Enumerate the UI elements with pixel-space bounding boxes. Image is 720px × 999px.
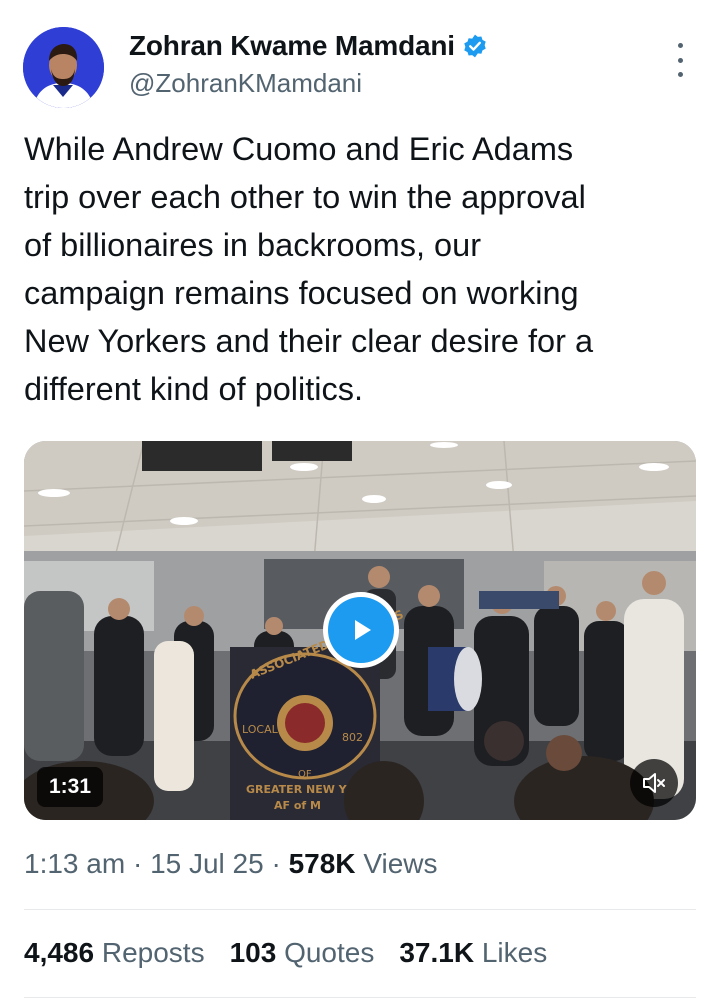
author-handle[interactable]: @ZohranKMamdani [129, 68, 362, 99]
play-icon [355, 620, 371, 640]
play-button[interactable] [323, 592, 399, 668]
views-label: Views [363, 848, 438, 879]
video-player[interactable]: ASSOCIATED MUSICIANS LOCAL 802 OF GREATE… [24, 441, 696, 820]
tweet-date[interactable]: 15 Jul 25 [150, 848, 264, 879]
banner-text-afm: AF of M [274, 799, 321, 812]
avatar[interactable] [23, 27, 104, 108]
reposts-count: 4,486 [24, 937, 95, 968]
more-options-icon[interactable] [664, 40, 696, 80]
tweet-meta: 1:13 am · 15 Jul 25 · 578K Views [24, 848, 438, 880]
views-count: 578K [288, 848, 356, 879]
banner-text-of: OF [298, 769, 312, 780]
speaker-muted-icon [643, 773, 665, 793]
banner-text-802: 802 [342, 731, 363, 744]
video-duration: 1:31 [37, 767, 104, 807]
tweet-text: While Andrew Cuomo and Eric Adams trip o… [24, 131, 594, 407]
verified-badge-icon [462, 33, 488, 59]
tweet-time[interactable]: 1:13 am [24, 848, 125, 879]
likes-count: 37.1K [399, 937, 475, 968]
quotes-label: Quotes [284, 937, 375, 968]
divider-bottom [24, 997, 696, 998]
reposts-stat[interactable]: 4,486 Reposts [24, 937, 205, 969]
name-row: Zohran Kwame Mamdani [129, 30, 488, 62]
engagement-stats: 4,486 Reposts 103 Quotes 37.1K Likes [24, 937, 572, 969]
quotes-count: 103 [229, 937, 277, 968]
tweet-header: Zohran Kwame Mamdani @ZohranKMamdani [0, 0, 720, 110]
banner-text-local: LOCAL [242, 723, 279, 736]
quotes-stat[interactable]: 103 Quotes [230, 937, 375, 969]
banner-text-greater-ny: GREATER NEW YO [246, 783, 356, 796]
divider-top [24, 909, 696, 910]
reposts-label: Reposts [101, 937, 205, 968]
mute-button[interactable] [630, 759, 678, 807]
author-display-name[interactable]: Zohran Kwame Mamdani [129, 30, 455, 62]
meta-separator: · [125, 848, 151, 879]
likes-label: Likes [481, 937, 548, 968]
likes-stat[interactable]: 37.1K Likes [399, 937, 547, 969]
meta-separator: · [263, 848, 289, 879]
